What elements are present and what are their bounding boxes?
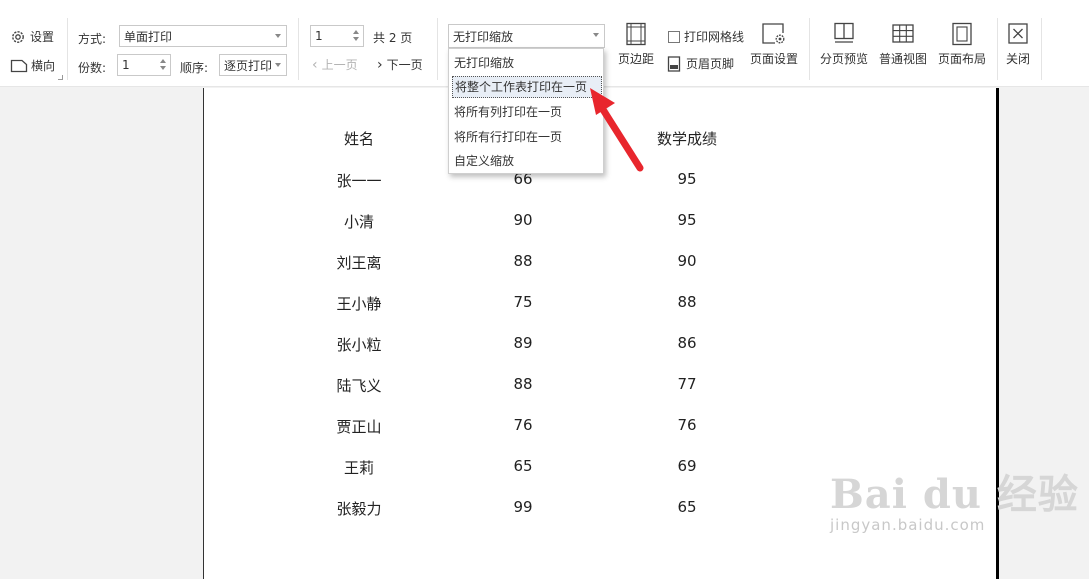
scale-option-fit-sheet-on-one-page[interactable]: 将整个工作表打印在一页 <box>452 76 602 98</box>
cell-score: 65 <box>513 457 533 475</box>
cell-score: 89 <box>513 334 533 352</box>
copies-stepper[interactable]: 1 <box>117 54 171 76</box>
column-header-math-score: 数学成绩 <box>656 130 717 148</box>
header-footer-button[interactable]: 页眉页脚 <box>667 55 734 72</box>
cell-math-score: 86 <box>677 334 697 352</box>
page-setup-label: 页面设置 <box>750 52 799 66</box>
prev-page-label: 上一页 <box>321 58 358 72</box>
cell-math-score: 90 <box>677 252 697 270</box>
page-layout-label: 页面布局 <box>938 52 987 66</box>
cell-score: 99 <box>513 498 533 516</box>
page-break-preview-button[interactable]: 分页预览 <box>820 22 868 67</box>
landscape-label: 横向 <box>31 59 56 73</box>
cell-score: 88 <box>513 375 533 393</box>
cell-math-score: 95 <box>677 211 697 229</box>
copies-label: 份数: <box>78 61 107 75</box>
scale-option-custom[interactable]: 自定义缩放 <box>452 150 602 172</box>
print-gridlines-label: 打印网格线 <box>684 30 745 44</box>
print-order-value: 逐页打印 <box>224 58 273 73</box>
page-setup-button[interactable]: 页面设置 <box>750 22 798 67</box>
scale-dropdown-menu: 无打印缩放 将整个工作表打印在一页 将所有列打印在一页 将所有行打印在一页 自定… <box>448 48 604 174</box>
close-icon <box>1008 23 1028 44</box>
margins-label: 页边距 <box>618 52 655 66</box>
chevron-down-icon <box>275 34 281 38</box>
cell-math-score: 77 <box>677 375 697 393</box>
chevron-left-icon: ‹ <box>312 56 318 73</box>
cell-score: 75 <box>513 293 533 311</box>
scale-option-no-scaling[interactable]: 无打印缩放 <box>452 52 602 74</box>
total-pages-text: 共 2 页 <box>373 31 413 45</box>
cell-score: 76 <box>513 416 533 434</box>
cell-name: 陆飞义 <box>336 377 382 395</box>
page-setup-icon <box>762 23 785 44</box>
cell-name: 张毅力 <box>336 500 382 518</box>
scale-value: 无打印缩放 <box>453 29 514 44</box>
spinner-arrows-icon[interactable] <box>353 28 360 44</box>
chevron-right-icon: › <box>377 56 383 73</box>
prev-page-button[interactable]: ‹ 上一页 <box>312 56 358 73</box>
checkbox-icon <box>668 30 680 43</box>
chevron-down-icon <box>593 33 599 37</box>
settings-label: 设置 <box>30 30 55 44</box>
landscape-page-icon <box>10 59 28 72</box>
cell-score: 88 <box>513 252 533 270</box>
print-gridlines-checkbox[interactable]: 打印网格线 <box>668 28 744 45</box>
cell-math-score: 76 <box>677 416 697 434</box>
print-mode-select[interactable]: 单面打印 <box>119 25 287 47</box>
cell-name: 小清 <box>343 213 374 231</box>
print-mode-value: 单面打印 <box>124 29 173 44</box>
cell-name: 刘王离 <box>336 254 382 272</box>
normal-view-button[interactable]: 普通视图 <box>879 22 927 67</box>
cell-name: 贾正山 <box>336 418 382 436</box>
cell-name: 张一一 <box>336 172 382 190</box>
page-break-preview-label: 分页预览 <box>820 52 869 66</box>
page-layout-button[interactable]: 页面布局 <box>938 22 986 67</box>
landscape-button[interactable]: 横向 <box>10 57 55 74</box>
page-number-value: 1 <box>315 29 323 43</box>
cell-math-score: 95 <box>677 170 697 188</box>
scale-option-fit-rows-on-one-page[interactable]: 将所有行打印在一页 <box>452 126 602 148</box>
gear-icon <box>12 30 24 43</box>
column-header-name: 姓名 <box>343 130 374 148</box>
page-layout-icon <box>952 22 972 46</box>
close-label: 关闭 <box>1006 52 1031 66</box>
copies-value: 1 <box>122 58 130 72</box>
margins-icon <box>626 22 646 46</box>
watermark-logo-text: Bai du 经验 <box>830 471 1079 518</box>
cell-math-score: 69 <box>677 457 697 475</box>
cell-math-score: 88 <box>677 293 697 311</box>
spinner-arrows-icon[interactable] <box>160 57 167 73</box>
close-preview-button[interactable]: 关闭 <box>1006 22 1030 67</box>
grid-icon <box>892 24 914 43</box>
print-order-select[interactable]: 逐页打印 <box>219 54 287 76</box>
scale-select[interactable]: 无打印缩放 <box>448 24 605 48</box>
header-footer-icon <box>667 55 681 72</box>
cell-math-score: 65 <box>677 498 697 516</box>
order-label: 顺序: <box>180 61 209 75</box>
chevron-down-icon <box>275 63 281 67</box>
cell-score: 90 <box>513 211 533 229</box>
mode-label: 方式: <box>78 32 107 46</box>
baidu-jingyan-watermark: Bai du 经验 jingyan.baidu.com <box>830 462 1079 534</box>
page-break-preview-icon <box>834 22 854 43</box>
cell-name: 王莉 <box>343 459 374 477</box>
cell-name: 张小粒 <box>336 336 382 354</box>
header-footer-label: 页眉页脚 <box>686 57 735 71</box>
settings-button[interactable]: 设置 <box>10 28 54 45</box>
cell-name: 王小静 <box>336 295 382 313</box>
group-expand-icon[interactable] <box>58 75 63 80</box>
next-page-button[interactable]: › 下一页 <box>377 56 423 73</box>
margins-button[interactable]: 页边距 <box>618 22 654 67</box>
page-number-stepper[interactable]: 1 <box>310 25 364 47</box>
scale-option-fit-columns-on-one-page[interactable]: 将所有列打印在一页 <box>452 101 602 123</box>
next-page-label: 下一页 <box>386 58 423 72</box>
normal-view-label: 普通视图 <box>879 52 928 66</box>
